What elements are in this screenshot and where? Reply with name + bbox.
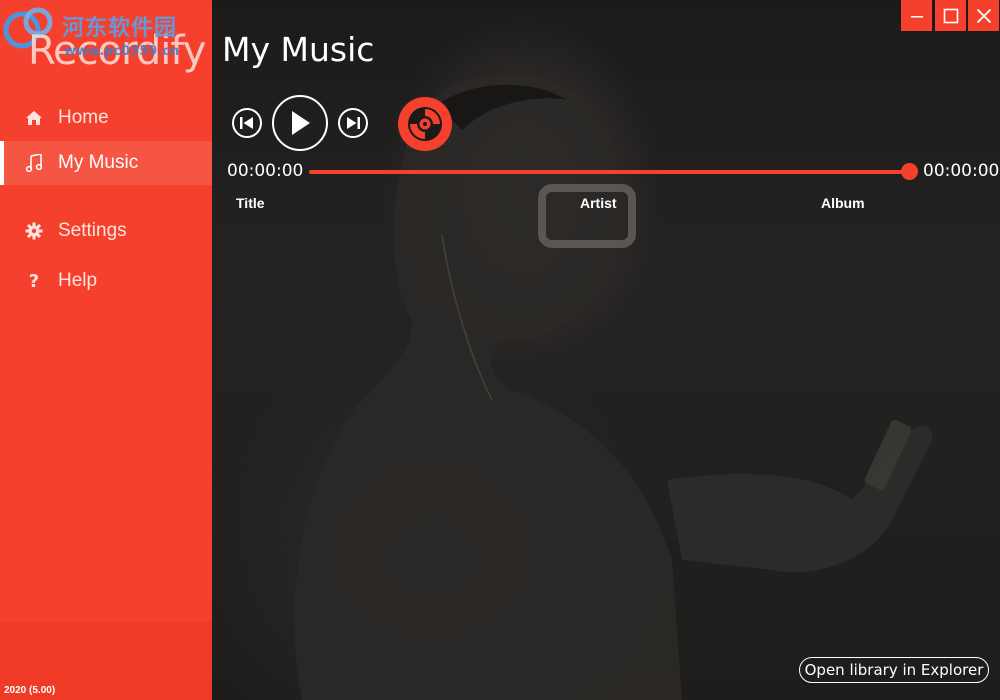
music-note-icon [24, 153, 44, 173]
record-button[interactable] [398, 97, 452, 151]
watermark-url: www.pc0359.cn [64, 44, 180, 59]
play-button[interactable] [272, 95, 328, 151]
progress-bar[interactable] [309, 170, 909, 174]
sidebar-item-my-music[interactable]: My Music [0, 141, 212, 185]
sidebar-item-help[interactable]: ? Help [0, 259, 212, 303]
skip-previous-icon [240, 117, 253, 129]
sidebar-item-label: Home [58, 107, 109, 128]
page-title: My Music [222, 30, 375, 69]
sidebar-item-label: Settings [58, 220, 127, 241]
version-label: 2020 (5.00) [4, 685, 56, 696]
sidebar-item-label: Help [58, 270, 98, 291]
previous-track-button[interactable] [232, 108, 262, 138]
next-track-button[interactable] [338, 108, 368, 138]
sidebar-footer: 2020 (5.00) [0, 622, 212, 700]
open-library-button[interactable]: Open library in Explorer [799, 657, 989, 683]
sidebar-item-label: My Music [58, 152, 139, 173]
current-time: 00:00:00 [227, 161, 304, 181]
column-header-artist[interactable]: Artist [580, 195, 617, 211]
maximize-icon [943, 8, 958, 23]
question-icon: ? [28, 270, 40, 292]
background-photo [294, 74, 933, 700]
column-header-title[interactable]: Title [236, 195, 265, 211]
sidebar-item-settings[interactable]: Settings [0, 209, 212, 253]
total-time: 00:00:00 [923, 161, 1000, 181]
sidebar: Recordify 河东软件园 www.pc0359.cn Home My Mu… [0, 0, 212, 700]
close-button[interactable] [968, 0, 999, 31]
main-panel: My Music 00:00:00 00:00:00 Title Artist … [212, 0, 1000, 700]
play-icon [292, 111, 310, 135]
sidebar-item-home[interactable]: Home [0, 96, 212, 140]
gear-icon [24, 221, 44, 241]
skip-next-icon [347, 117, 360, 129]
progress-thumb[interactable] [900, 163, 918, 180]
minimize-icon [910, 15, 923, 17]
maximize-button[interactable] [935, 0, 966, 31]
column-header-album[interactable]: Album [821, 195, 865, 211]
logo-area: Recordify 河东软件园 www.pc0359.cn [0, 0, 212, 90]
watermark-text: 河东软件园 [62, 15, 178, 41]
home-icon [24, 108, 44, 128]
minimize-button[interactable] [901, 0, 932, 31]
close-icon [976, 8, 991, 23]
vinyl-record-icon [408, 107, 442, 141]
